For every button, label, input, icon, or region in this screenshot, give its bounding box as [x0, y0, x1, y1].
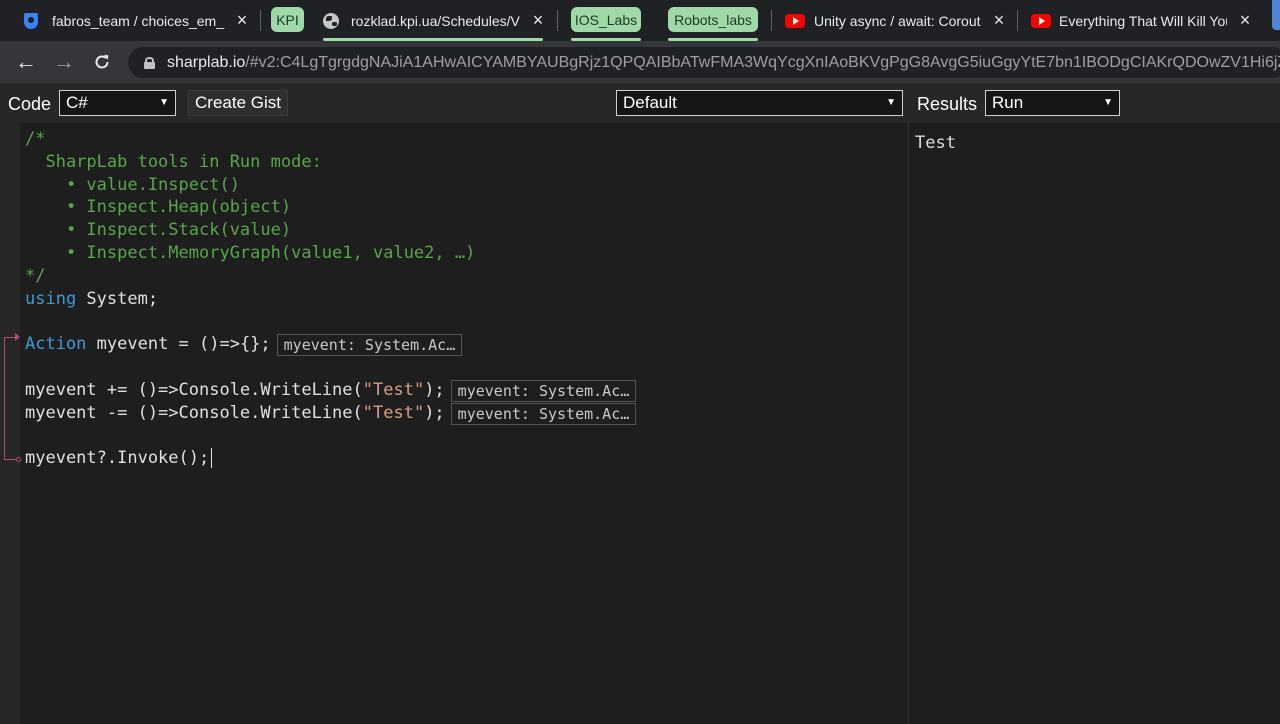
- inline-value-hint[interactable]: myevent: System.Ac…: [450, 402, 637, 425]
- browser-tab-fabros[interactable]: fabros_team / choices_em_: [24, 0, 254, 41]
- inline-value-hint[interactable]: myevent: System.Ac…: [450, 379, 637, 402]
- code-text: myevent += ()=>Console.WriteLine(: [25, 379, 363, 400]
- keyword: using: [25, 288, 77, 309]
- text-cursor: [211, 448, 213, 469]
- tab-group-robots-labs[interactable]: Robots_labs: [668, 7, 758, 32]
- browser-tab-everything[interactable]: Everything That Will Kill You: [1031, 0, 1231, 41]
- code-line: SharpLab tools in Run mode:: [25, 151, 322, 172]
- code-text: myevent = ()=>{};: [86, 334, 271, 355]
- keyword: Action: [25, 334, 87, 355]
- branch-value: Default: [623, 93, 677, 112]
- close-tab-icon[interactable]: ×: [232, 10, 252, 30]
- code-line: */: [25, 265, 46, 286]
- browser-toolbar: ← → sharplab.io/#v2:C4LgTgrgdgNAJiA1AHwA…: [0, 41, 1280, 83]
- dropdown-caret-icon: ▼: [1103, 97, 1113, 108]
- url-host: sharplab.io: [167, 53, 246, 71]
- forward-arrow-icon[interactable]: →: [51, 49, 77, 75]
- results-mode-select[interactable]: Run ▼: [985, 90, 1120, 116]
- tab-title: fabros_team / choices_em_: [52, 12, 224, 29]
- close-tab-icon[interactable]: ×: [528, 10, 548, 30]
- sharplab-toolbar: Code C# ▼ Create Gist Default ▼ Results …: [0, 83, 1280, 123]
- code-text: myevent -= ()=>Console.WriteLine(: [25, 402, 363, 423]
- code-text: );: [424, 402, 445, 423]
- string-literal: "Test": [362, 402, 425, 423]
- dropdown-caret-icon: ▼: [159, 97, 169, 108]
- code-line: • Inspect.Heap(object): [25, 197, 292, 218]
- tab-title: Unity async / await: Corout: [814, 12, 981, 29]
- shield-icon: [24, 12, 38, 29]
- browser-tab-rozklad[interactable]: rozklad.kpi.ua/Schedules/V: [323, 0, 533, 41]
- results-mode-value: Run: [992, 93, 1024, 112]
- code-line: using System;: [25, 288, 636, 311]
- results-label: Results: [917, 94, 978, 114]
- active-tab-edge[interactable]: [1272, 0, 1280, 30]
- reload-glyph: [95, 54, 109, 69]
- tab-separator: [557, 10, 558, 31]
- close-tab-icon[interactable]: ×: [989, 10, 1009, 30]
- code-line: myevent -= ()=>Console.WriteLine("Test")…: [25, 402, 637, 425]
- code-line: myevent += ()=>Console.WriteLine("Test")…: [25, 379, 637, 402]
- dropdown-caret-icon: ▼: [886, 97, 896, 108]
- url-path: /#v2:C4LgTgrgdgNAJiA1AHwAICYAMBYAUBgRjz1…: [245, 53, 1280, 71]
- code-line: myevent?.Invoke();: [25, 447, 636, 470]
- lock-icon[interactable]: [144, 57, 155, 69]
- code-line: Action myevent = ()=>{}; myevent: System.…: [25, 333, 636, 357]
- code-editor[interactable]: /* SharpLab tools in Run mode: • value.I…: [0, 123, 908, 724]
- youtube-icon: [785, 13, 805, 28]
- create-gist-button[interactable]: Create Gist: [188, 90, 288, 116]
- flow-end-icon: [16, 457, 21, 462]
- close-tab-icon[interactable]: ×: [1235, 10, 1255, 30]
- code-content[interactable]: /* SharpLab tools in Run mode: • value.I…: [25, 128, 637, 470]
- flow-arrow-icon: [15, 333, 20, 341]
- back-arrow-icon[interactable]: ←: [13, 49, 39, 75]
- tab-group-ios-labs[interactable]: IOS_Labs: [571, 7, 641, 32]
- code-text: myevent?.Invoke();: [25, 448, 210, 469]
- tab-separator: [260, 10, 261, 31]
- code-label: Code: [8, 94, 52, 114]
- code-line: /*: [25, 129, 46, 149]
- code-line: • Inspect.Stack(value): [25, 220, 292, 241]
- globe-icon: [323, 12, 339, 29]
- reload-icon[interactable]: [89, 49, 115, 75]
- tab-title: rozklad.kpi.ua/Schedules/V: [351, 12, 520, 29]
- flow-bracket: [4, 337, 18, 460]
- browser-tab-strip: fabros_team / choices_em_ × KPI rozklad.…: [0, 0, 1280, 41]
- inline-value-hint[interactable]: myevent: System.Ac…: [276, 334, 463, 357]
- string-literal: "Test": [362, 379, 425, 400]
- tab-separator: [1017, 10, 1018, 31]
- tab-separator: [771, 10, 772, 31]
- code-line: • Inspect.MemoryGraph(value1, value2, …): [25, 242, 476, 263]
- youtube-icon: [1031, 13, 1051, 28]
- language-select[interactable]: C# ▼: [59, 90, 176, 116]
- language-value: C#: [66, 93, 88, 112]
- results-panel: Test: [909, 123, 1280, 724]
- url-text: sharplab.io/#v2:C4LgTgrgdgNAJiA1AHwAICYA…: [167, 54, 1280, 72]
- code-text: );: [424, 379, 445, 400]
- browser-tab-unity-async[interactable]: Unity async / await: Corout: [785, 0, 985, 41]
- branch-select[interactable]: Default ▼: [616, 90, 903, 116]
- address-bar[interactable]: sharplab.io/#v2:C4LgTgrgdgNAJiA1AHwAICYA…: [128, 47, 1280, 78]
- run-output: Test: [915, 133, 956, 153]
- tab-title: Everything That Will Kill You: [1059, 12, 1227, 29]
- tab-group-kpi[interactable]: KPI: [271, 7, 304, 32]
- code-text: System;: [76, 288, 159, 309]
- code-line: • value.Inspect(): [25, 174, 240, 195]
